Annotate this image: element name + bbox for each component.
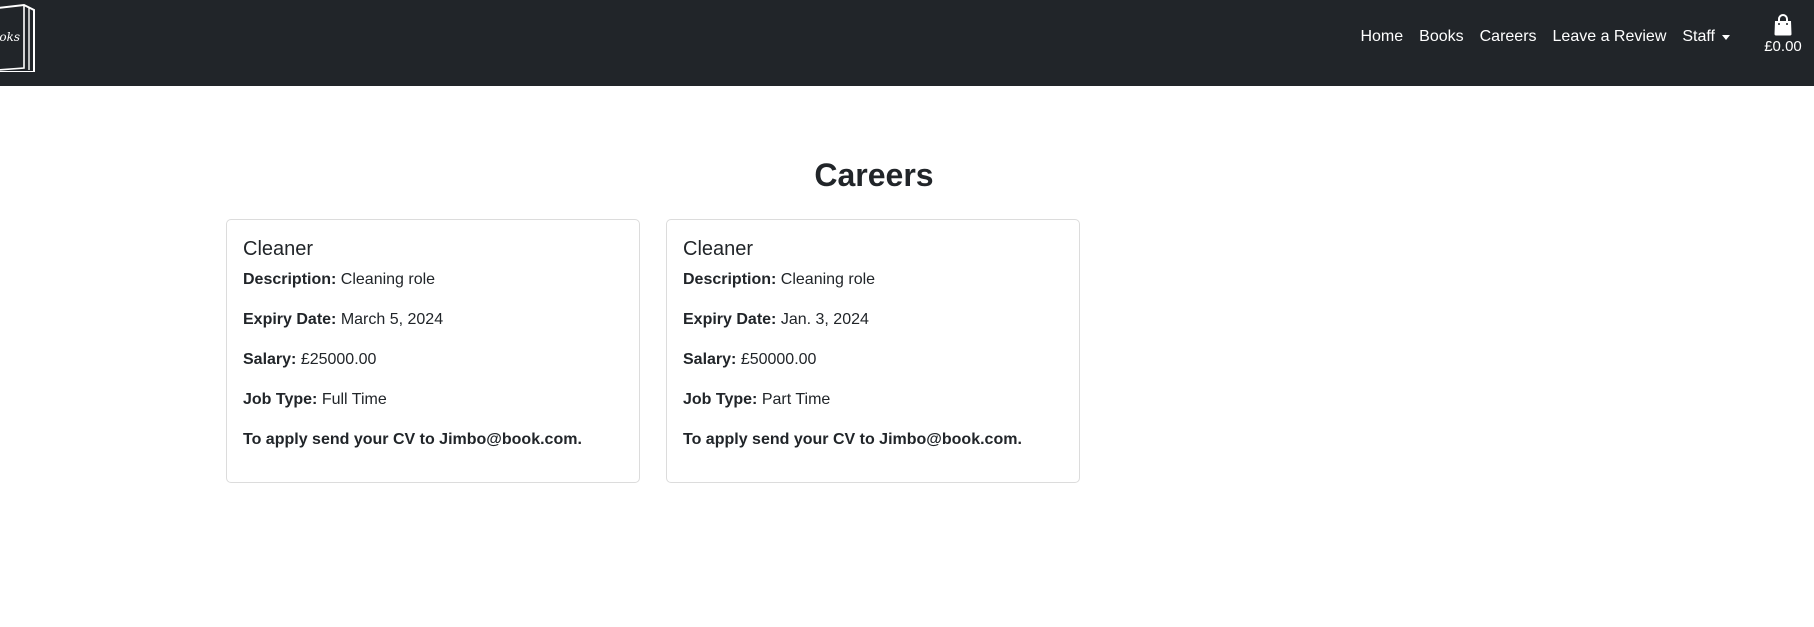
apply-instructions: To apply send your CV to Jimbo@book.com.	[243, 431, 582, 448]
cart-button[interactable]: £0.00	[1760, 14, 1806, 55]
job-title: Cleaner	[243, 238, 314, 260]
job-type-value: Part Time	[761, 391, 831, 408]
description-value: Cleaning role	[340, 271, 436, 288]
nav-link-home[interactable]: Home	[1360, 28, 1403, 46]
apply-instructions: To apply send your CV to Jimbo@book.com.	[683, 431, 1022, 448]
caret-down-icon	[1722, 34, 1730, 40]
salary-value: £50000.00	[740, 351, 817, 368]
job-type-value: Full Time	[321, 391, 387, 408]
salary-label: Salary:	[683, 351, 741, 368]
site-logo[interactable]: Books	[0, 2, 40, 73]
job-card: Cleaner Description: Cleaning role Expir…	[666, 219, 1080, 483]
job-expiry: Expiry Date: Jan. 3, 2024	[683, 310, 1063, 329]
nav-link-careers[interactable]: Careers	[1480, 28, 1537, 46]
description-label: Description:	[243, 271, 341, 288]
nav-link-leave-review[interactable]: Leave a Review	[1553, 28, 1667, 46]
job-title: Cleaner	[683, 238, 754, 260]
expiry-value: March 5, 2024	[340, 311, 444, 328]
job-type: Job Type: Part Time	[683, 390, 1063, 409]
shopping-bag-icon	[1774, 14, 1792, 36]
expiry-label: Expiry Date:	[683, 311, 781, 328]
job-type-label: Job Type:	[683, 391, 762, 408]
cart-total: £0.00	[1764, 38, 1802, 55]
nav-link-books[interactable]: Books	[1419, 28, 1463, 46]
job-type-label: Job Type:	[243, 391, 322, 408]
page-title: Careers	[814, 157, 934, 193]
job-expiry: Expiry Date: March 5, 2024	[243, 310, 623, 329]
job-card: Cleaner Description: Cleaning role Expir…	[226, 219, 640, 483]
job-description: Description: Cleaning role	[243, 270, 623, 289]
logo-text: Books	[0, 30, 20, 44]
description-label: Description:	[683, 271, 781, 288]
salary-label: Salary:	[243, 351, 301, 368]
staff-dropdown-label: Staff	[1682, 28, 1715, 45]
salary-value: £25000.00	[300, 351, 377, 368]
job-salary: Salary: £25000.00	[243, 350, 623, 369]
expiry-value: Jan. 3, 2024	[780, 311, 869, 328]
expiry-label: Expiry Date:	[243, 311, 341, 328]
staff-dropdown[interactable]: Staff	[1682, 28, 1730, 46]
navbar: Books Home Books Careers Leave a Review …	[0, 0, 1814, 86]
nav-links: Home Books Careers Leave a Review Staff	[1344, 28, 1730, 46]
description-value: Cleaning role	[780, 271, 876, 288]
job-type: Job Type: Full Time	[243, 390, 623, 409]
job-description: Description: Cleaning role	[683, 270, 1063, 289]
job-salary: Salary: £50000.00	[683, 350, 1063, 369]
